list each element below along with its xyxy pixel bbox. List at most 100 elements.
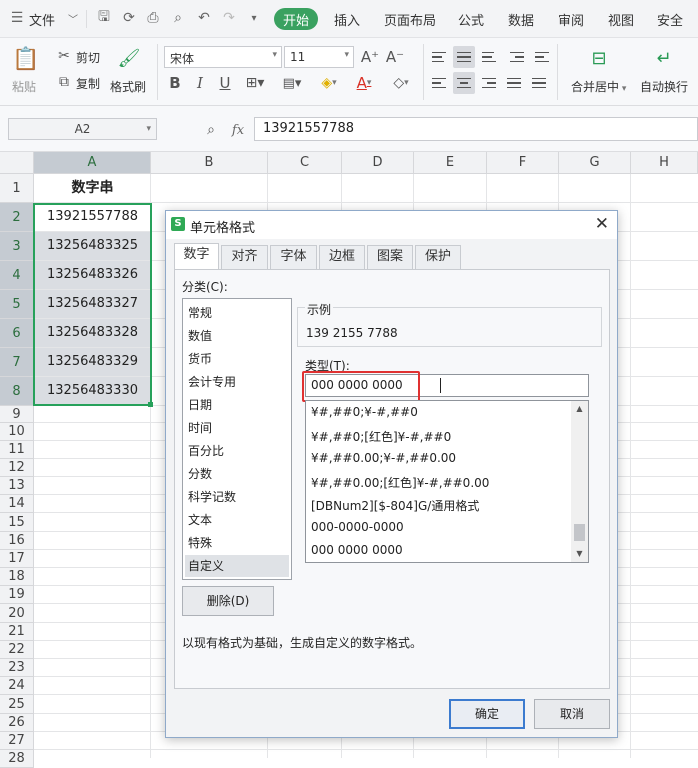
name-box[interactable]: A2 ▾ [8, 118, 157, 140]
cell-a7[interactable]: 13256483329 [34, 348, 151, 376]
dialog-titlebar[interactable]: S 单元格格式 ✕ [166, 211, 617, 239]
row-header[interactable]: 16 [0, 532, 34, 550]
justify-icon[interactable] [503, 72, 525, 94]
row-header[interactable]: 17 [0, 550, 34, 568]
zoom-search-icon[interactable]: ⌕ [202, 121, 220, 139]
underline-icon[interactable]: U [216, 74, 234, 92]
cell-a6[interactable]: 13256483328 [34, 319, 151, 347]
align-right-icon[interactable] [478, 72, 500, 94]
tab-start[interactable]: 开始 [274, 8, 318, 30]
menu-file[interactable]: 文件 [29, 10, 55, 29]
increase-indent-icon[interactable] [531, 46, 553, 68]
format-list-scrollbar[interactable]: ▲ ▼ [571, 401, 588, 562]
print-preview-icon[interactable]: ⌕ [169, 9, 187, 27]
format-code-item[interactable]: ¥#,##0;[红色]¥-#,##0 [311, 428, 451, 445]
format-code-item[interactable]: ¥#,##0;¥-#,##0 [311, 405, 418, 419]
format-code-item[interactable]: ¥#,##0.00;[红色]¥-#,##0.00 [311, 474, 489, 491]
row-header[interactable]: 8 [0, 377, 34, 406]
format-code-list[interactable]: ¥#,##0;¥-#,##0 ¥#,##0;[红色]¥-#,##0 ¥#,##0… [305, 400, 589, 563]
align-bottom-icon[interactable] [478, 46, 500, 68]
cell-style-icon[interactable]: ▤▾ [277, 74, 307, 92]
format-painter-icon[interactable]: 🖌 [117, 46, 141, 70]
customize-toolbar-icon[interactable]: ▾ [245, 9, 263, 27]
tab-review[interactable]: 审阅 [558, 10, 584, 29]
decrease-font-icon[interactable]: A⁻ [385, 47, 405, 67]
category-custom[interactable]: 自定义 [185, 555, 289, 577]
cell-a4[interactable]: 13256483326 [34, 261, 151, 289]
row-header[interactable]: 22 [0, 641, 34, 659]
scroll-down-icon[interactable]: ▼ [571, 546, 588, 562]
tab-page-layout[interactable]: 页面布局 [384, 10, 436, 29]
distributed-align-icon[interactable] [528, 72, 550, 94]
paste-icon[interactable]: 📋 [12, 46, 39, 72]
category-scientific[interactable]: 科学记数 [185, 486, 289, 508]
column-header-h[interactable]: H [631, 152, 698, 174]
row-header[interactable]: 28 [0, 750, 34, 768]
cloud-sync-icon[interactable]: ⟳ [120, 9, 138, 27]
clear-icon[interactable]: ◇ ▾ [386, 74, 416, 92]
align-center-icon[interactable] [453, 72, 475, 94]
close-icon[interactable]: ✕ [595, 214, 609, 234]
tab-insert[interactable]: 插入 [334, 10, 360, 29]
category-fraction[interactable]: 分数 [185, 463, 289, 485]
row-header[interactable]: 7 [0, 348, 34, 377]
copy-icon[interactable]: ⧉ [56, 74, 72, 90]
category-special[interactable]: 特殊 [185, 532, 289, 554]
function-icon[interactable]: fx [228, 121, 248, 139]
row-header[interactable]: 20 [0, 604, 34, 623]
tab-alignment[interactable]: 对齐 [221, 245, 268, 269]
tab-formulas[interactable]: 公式 [458, 10, 484, 29]
scissors-icon[interactable]: ✂ [56, 48, 72, 64]
bold-icon[interactable]: B [166, 74, 184, 92]
font-color-icon[interactable]: A ▾ [349, 74, 379, 92]
fill-color-icon[interactable]: ◈ ▾ [313, 74, 345, 92]
row-header[interactable]: 12 [0, 459, 34, 477]
align-left-icon[interactable] [428, 72, 450, 94]
row-header[interactable]: 1 [0, 174, 34, 203]
scroll-up-icon[interactable]: ▲ [571, 401, 588, 417]
cell-a2[interactable]: 13921557788 [34, 203, 151, 231]
category-time[interactable]: 时间 [185, 417, 289, 439]
cell-a3[interactable]: 13256483325 [34, 232, 151, 260]
redo-icon[interactable]: ↷ [220, 9, 238, 27]
category-list[interactable]: 常规 数值 货币 会计专用 日期 时间 百分比 分数 科学记数 文本 特殊 自定… [182, 298, 292, 580]
chevron-down-icon[interactable]: ﹀ [64, 9, 82, 27]
row-header[interactable]: 9 [0, 406, 34, 423]
category-date[interactable]: 日期 [185, 394, 289, 416]
borders-icon[interactable]: ⊞▾ [242, 74, 268, 92]
column-header-g[interactable]: G [559, 152, 631, 174]
undo-icon[interactable]: ↶ [195, 9, 213, 27]
row-header[interactable]: 25 [0, 695, 34, 714]
row-header[interactable]: 26 [0, 714, 34, 732]
row-header[interactable]: 23 [0, 659, 34, 677]
row-header[interactable]: 2 [0, 203, 34, 232]
column-header-f[interactable]: F [487, 152, 559, 174]
tab-protection[interactable]: 保护 [415, 245, 461, 269]
format-code-item[interactable]: 000 0000 0000 [311, 543, 403, 557]
copy-button[interactable]: 复制 [76, 75, 100, 92]
column-header-b[interactable]: B [151, 152, 268, 174]
formula-input[interactable]: 13921557788 [254, 117, 698, 141]
row-header[interactable]: 6 [0, 319, 34, 348]
align-top-icon[interactable] [428, 46, 450, 68]
row-header[interactable]: 11 [0, 441, 34, 459]
select-all-corner[interactable] [0, 152, 34, 174]
tab-pattern[interactable]: 图案 [367, 245, 413, 269]
row-header[interactable]: 3 [0, 232, 34, 261]
row-header[interactable]: 18 [0, 568, 34, 586]
italic-icon[interactable]: I [191, 74, 209, 92]
category-text[interactable]: 文本 [185, 509, 289, 531]
increase-font-icon[interactable]: A⁺ [360, 47, 380, 67]
tab-font[interactable]: 字体 [270, 245, 317, 269]
tab-data[interactable]: 数据 [508, 10, 534, 29]
category-percentage[interactable]: 百分比 [185, 440, 289, 462]
column-header-a[interactable]: A [34, 152, 151, 174]
cell-a1[interactable]: 数字串 [34, 174, 151, 202]
merge-cells-icon[interactable]: ⊟ [587, 46, 611, 70]
column-header-d[interactable]: D [342, 152, 414, 174]
category-currency[interactable]: 货币 [185, 348, 289, 370]
paste-button[interactable]: 粘贴 [12, 78, 36, 95]
font-name-select[interactable]: 宋体 ▾ [164, 46, 282, 68]
cell-a5[interactable]: 13256483327 [34, 290, 151, 318]
row-header[interactable]: 5 [0, 290, 34, 319]
